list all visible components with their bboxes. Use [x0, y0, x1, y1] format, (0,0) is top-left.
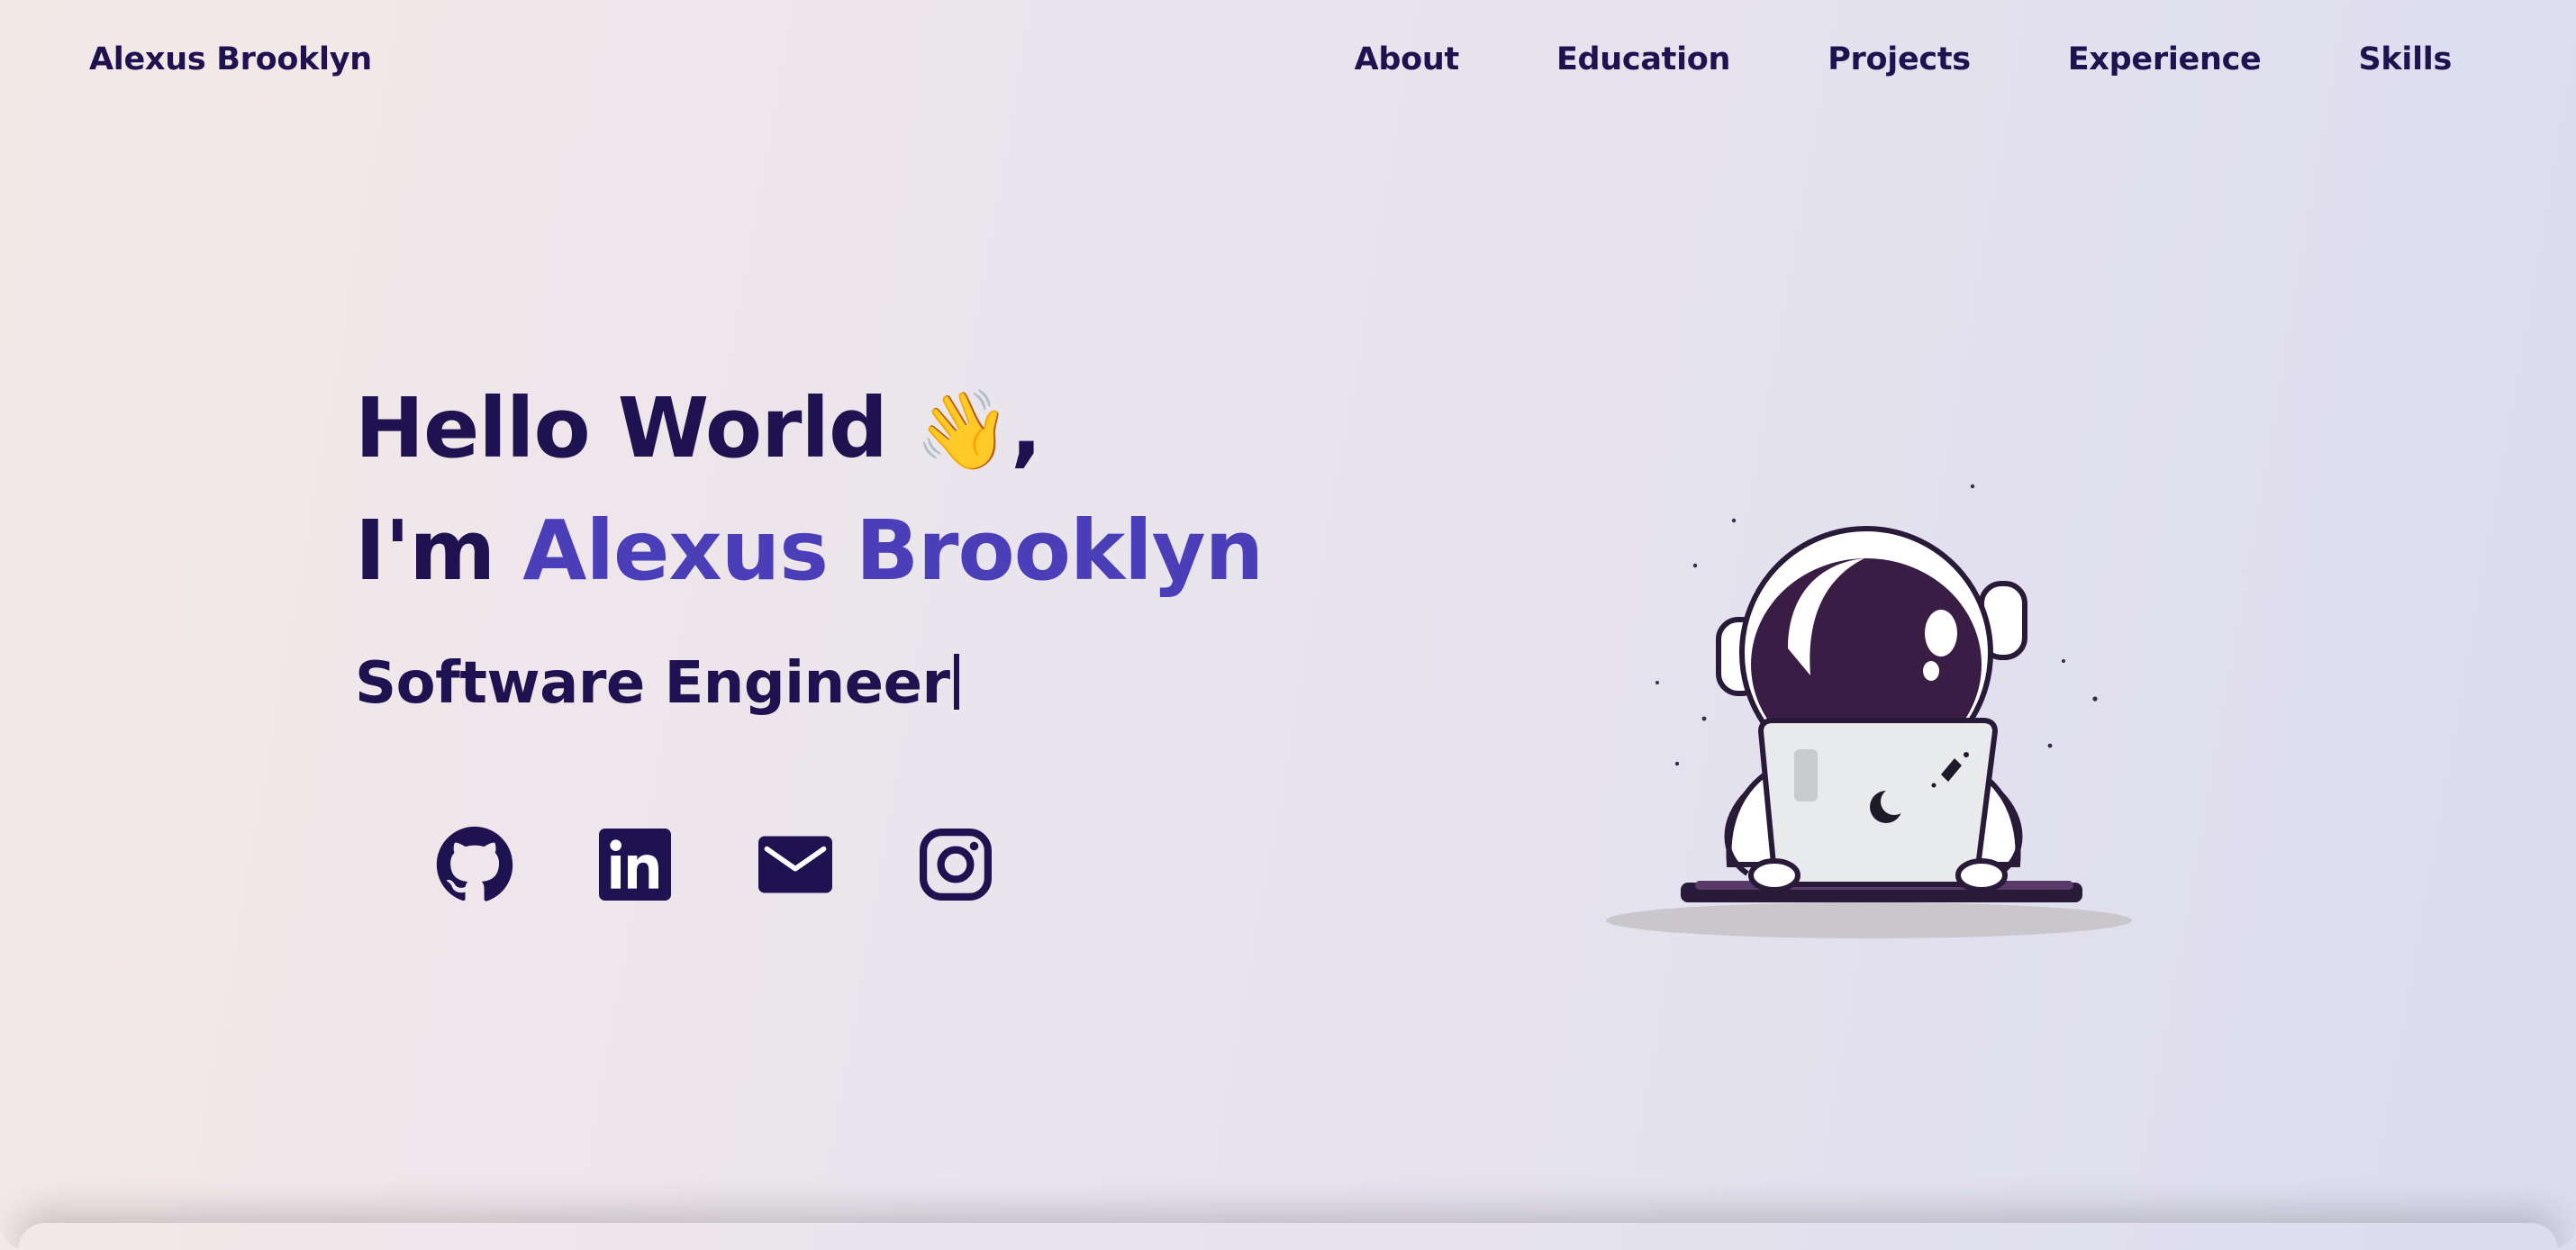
- nav-experience[interactable]: Experience: [2068, 41, 2262, 77]
- role-text: Software Engineer: [355, 650, 950, 717]
- github-icon: [436, 826, 513, 901]
- linkedin-link[interactable]: [594, 824, 676, 905]
- nav-skills[interactable]: Skills: [2358, 41, 2452, 77]
- greeting-text: Hello World: [355, 380, 888, 476]
- instagram-link[interactable]: [915, 824, 996, 905]
- instagram-icon: [920, 829, 992, 901]
- main-nav: About Education Projects Experience Skil…: [1355, 41, 2453, 77]
- nav-education[interactable]: Education: [1556, 41, 1731, 77]
- brand-logo[interactable]: Alexus Brooklyn: [89, 41, 372, 77]
- typing-cursor: [953, 654, 959, 710]
- wave-icon: 👋: [914, 385, 1011, 476]
- astronaut-laptop-illustration: [1606, 484, 2132, 938]
- mail-icon: [758, 836, 832, 893]
- linkedin-icon: [599, 829, 671, 901]
- section-divider: [18, 1223, 2558, 1250]
- email-link[interactable]: [755, 824, 836, 905]
- greeting-comma: ,: [1011, 380, 1042, 476]
- nav-projects[interactable]: Projects: [1828, 41, 1971, 77]
- hero-intro: I'm Alexus Brooklyn: [355, 510, 1264, 593]
- hero-section: Hello World 👋, I'm Alexus Brooklyn Softw…: [355, 387, 1264, 718]
- github-link[interactable]: [434, 824, 515, 905]
- page: Alexus Brooklyn About Education Projects…: [0, 0, 2576, 1250]
- social-links: [434, 824, 1075, 905]
- hero-role: Software Engineer: [355, 650, 1263, 717]
- nav-about[interactable]: About: [1355, 41, 1460, 77]
- intro-prefix: I'm: [355, 503, 523, 599]
- hero-greeting: Hello World 👋,: [355, 387, 1263, 470]
- hero-name: Alexus Brooklyn: [522, 503, 1264, 599]
